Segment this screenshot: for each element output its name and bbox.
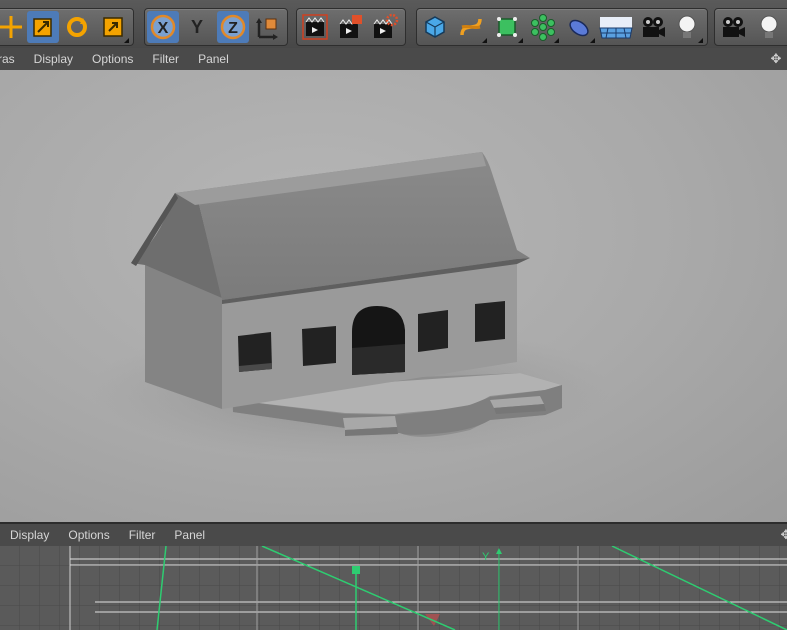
scene-tools-group (714, 8, 787, 46)
cloner-icon (531, 14, 555, 41)
graph-menu-options[interactable]: Options (68, 528, 109, 542)
recent-tool-icon (103, 17, 123, 37)
x-axis-lock-icon: X (150, 14, 176, 40)
scale-tool-button[interactable] (27, 11, 59, 43)
camera-button-2[interactable] (717, 11, 749, 43)
curve-grid: Y (0, 546, 787, 630)
transform-tools-group (0, 8, 134, 46)
x-axis-text: X (158, 20, 169, 37)
light-icon-2 (760, 15, 778, 38)
viewport-menubar: ras Display Options Filter Panel ✥ (0, 48, 787, 71)
coordinate-system-button[interactable] (251, 11, 283, 43)
menu-filter[interactable]: Filter (152, 52, 179, 66)
scale-icon (33, 18, 52, 37)
light-button-2[interactable] (753, 11, 785, 43)
render-settings-button[interactable] (369, 11, 401, 43)
y-axis-lock-button[interactable]: Y (181, 11, 213, 43)
menu-panel[interactable]: Panel (198, 52, 229, 66)
z-axis-text: Z (228, 20, 238, 37)
y-axis-label: Y (190, 16, 203, 37)
dropdown-indicator (554, 38, 559, 43)
dropdown-indicator (590, 38, 595, 43)
z-axis-lock-icon: Z (220, 14, 246, 40)
floor-icon (599, 17, 633, 39)
cube-icon (425, 16, 445, 38)
dropdown-indicator (482, 38, 487, 43)
deformer-button[interactable] (563, 11, 595, 43)
deformer-icon (569, 19, 589, 37)
dropdown-indicator (698, 38, 703, 43)
function-curve-panel[interactable]: Y (0, 546, 787, 630)
render-picture-viewer-icon (339, 15, 362, 38)
menu-options[interactable]: Options (92, 52, 133, 66)
graph-panel-move-icon[interactable]: ✥ (779, 528, 787, 542)
rotate-tool-button[interactable] (61, 11, 93, 43)
graph-menu-panel[interactable]: Panel (174, 528, 205, 542)
light-icon (678, 15, 696, 38)
panel-move-icon[interactable]: ✥ (769, 52, 783, 66)
graph-menu-display[interactable]: Display (10, 528, 49, 542)
objects-group (416, 8, 708, 46)
move-icon (0, 16, 22, 38)
recent-tool-button[interactable] (97, 11, 129, 43)
cloner-button[interactable] (527, 11, 559, 43)
render-view-button[interactable] (299, 11, 331, 43)
render-picture-viewer-button[interactable] (335, 11, 367, 43)
graph-menu-filter[interactable]: Filter (129, 528, 156, 542)
render-view-icon (302, 14, 328, 40)
spline-icon (460, 18, 482, 36)
z-axis-lock-button[interactable]: Z (217, 11, 249, 43)
house-model (90, 152, 610, 460)
axis-lock-group: X Y Z (144, 8, 288, 46)
coordinate-system-icon (256, 18, 278, 40)
light-button[interactable] (671, 11, 703, 43)
dropdown-indicator (124, 38, 129, 43)
render-settings-icon (373, 13, 399, 38)
rotate-icon (67, 17, 87, 37)
main-toolbar: X Y Z (0, 0, 787, 49)
graph-axis-label: Y (482, 551, 490, 563)
camera-icon-2 (723, 17, 745, 37)
camera-button[interactable] (637, 11, 669, 43)
spline-button[interactable] (455, 11, 487, 43)
dropdown-indicator (518, 38, 523, 43)
floor-button[interactable] (599, 11, 633, 43)
subdivision-icon (497, 17, 517, 37)
cube-button[interactable] (419, 11, 451, 43)
x-axis-lock-button[interactable]: X (147, 11, 179, 43)
subdivision-button[interactable] (491, 11, 523, 43)
graph-menubar: Display Options Filter Panel ✥ (0, 524, 787, 547)
menu-cameras[interactable]: ras (0, 52, 15, 66)
move-tool-button[interactable] (0, 11, 27, 43)
menu-display[interactable]: Display (34, 52, 73, 66)
camera-icon (643, 17, 665, 37)
render-group (296, 8, 406, 46)
3d-viewport[interactable] (0, 70, 787, 522)
